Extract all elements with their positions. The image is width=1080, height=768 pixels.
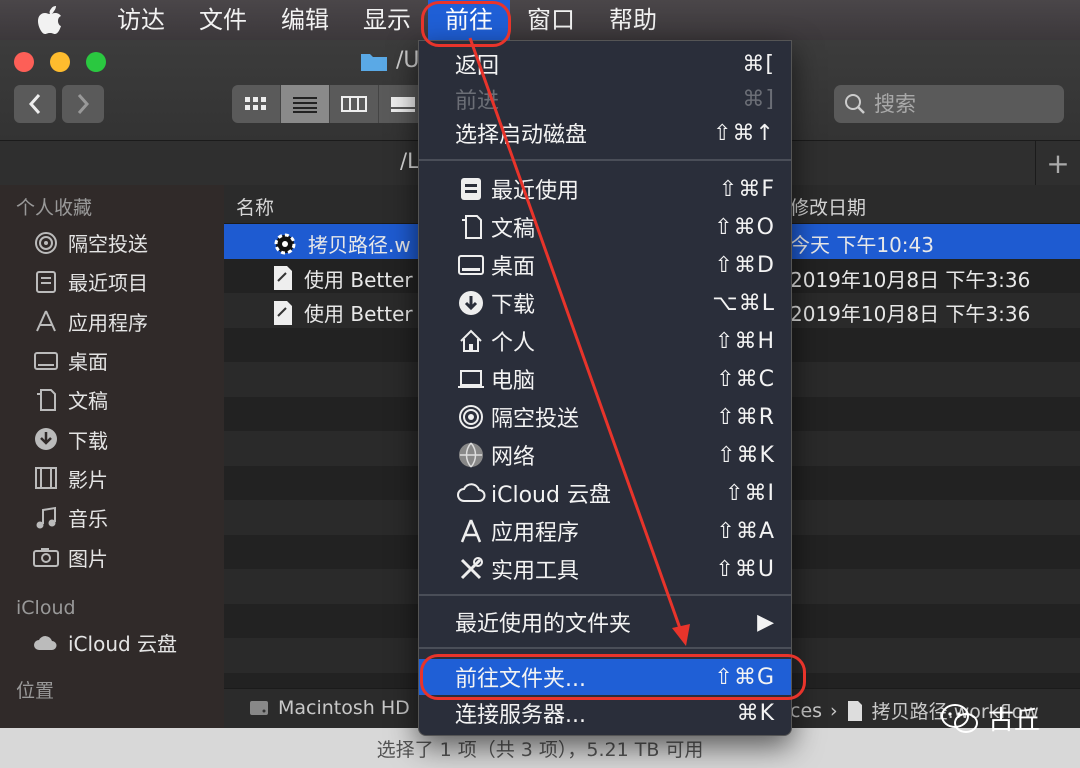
- watermark: 古丘: [940, 700, 1040, 737]
- watermark-text: 古丘: [988, 706, 1041, 736]
- wechat-icon: [941, 703, 978, 733]
- annotation-arrow: [468, 37, 690, 646]
